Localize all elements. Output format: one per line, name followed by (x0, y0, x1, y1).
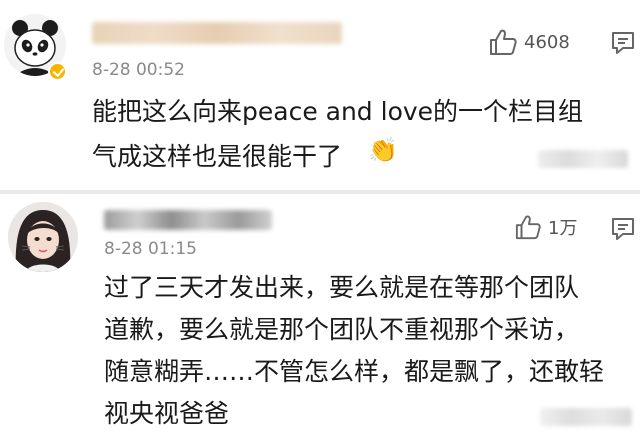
clapping-hands-icon: 👏 (368, 136, 398, 164)
like-count: 1万 (548, 218, 578, 239)
like-count: 4608 (524, 31, 570, 53)
comment-text: 能把这么向来peace and love的一个栏目组 气成这样也是很能干了 (92, 89, 583, 179)
thumbs-up-icon (490, 29, 517, 55)
like-button[interactable]: 4608 (488, 28, 570, 56)
comment-time: 8-28 00:52 (92, 60, 185, 80)
comment-line: 能把这么向来peace and love的一个栏目组 (92, 97, 584, 126)
comment-item: 8-28 01:15 1万 过了三天才发出来，要么就是在等那个团队 道歉，要么就… (0, 194, 640, 437)
like-button[interactable]: 1万 (514, 214, 577, 240)
username-blurred[interactable] (92, 22, 342, 44)
comment-item: 8-28 00:52 4608 能把这么向来peace and love的一个栏… (0, 0, 640, 190)
watermark-blur (540, 408, 632, 426)
girl-avatar-icon (8, 202, 78, 272)
verified-badge-icon (48, 62, 67, 81)
comment-icon (612, 32, 634, 54)
comment-line: 道歉，要么就是那个团队不重视那个采访， (104, 315, 580, 344)
avatar[interactable] (8, 202, 78, 272)
comment-line: 视央视爸爸 (104, 399, 230, 428)
comment-line: 随意糊弄……不管怎么样，都是飘了，还敢轻 (104, 357, 605, 386)
comment-text: 过了三天才发出来，要么就是在等那个团队 道歉，要么就是那个团队不重视那个采访， … (104, 267, 604, 435)
comment-icon (612, 218, 634, 240)
comment-line: 过了三天才发出来，要么就是在等那个团队 (104, 273, 580, 302)
thumbs-up-icon (515, 215, 541, 240)
comment-time: 8-28 01:15 (104, 239, 197, 259)
username-blurred[interactable] (104, 210, 272, 230)
reply-button[interactable] (610, 30, 636, 60)
watermark-blur (538, 150, 628, 168)
reply-button[interactable] (610, 216, 636, 246)
comment-line: 气成这样也是很能干了 (92, 142, 343, 171)
